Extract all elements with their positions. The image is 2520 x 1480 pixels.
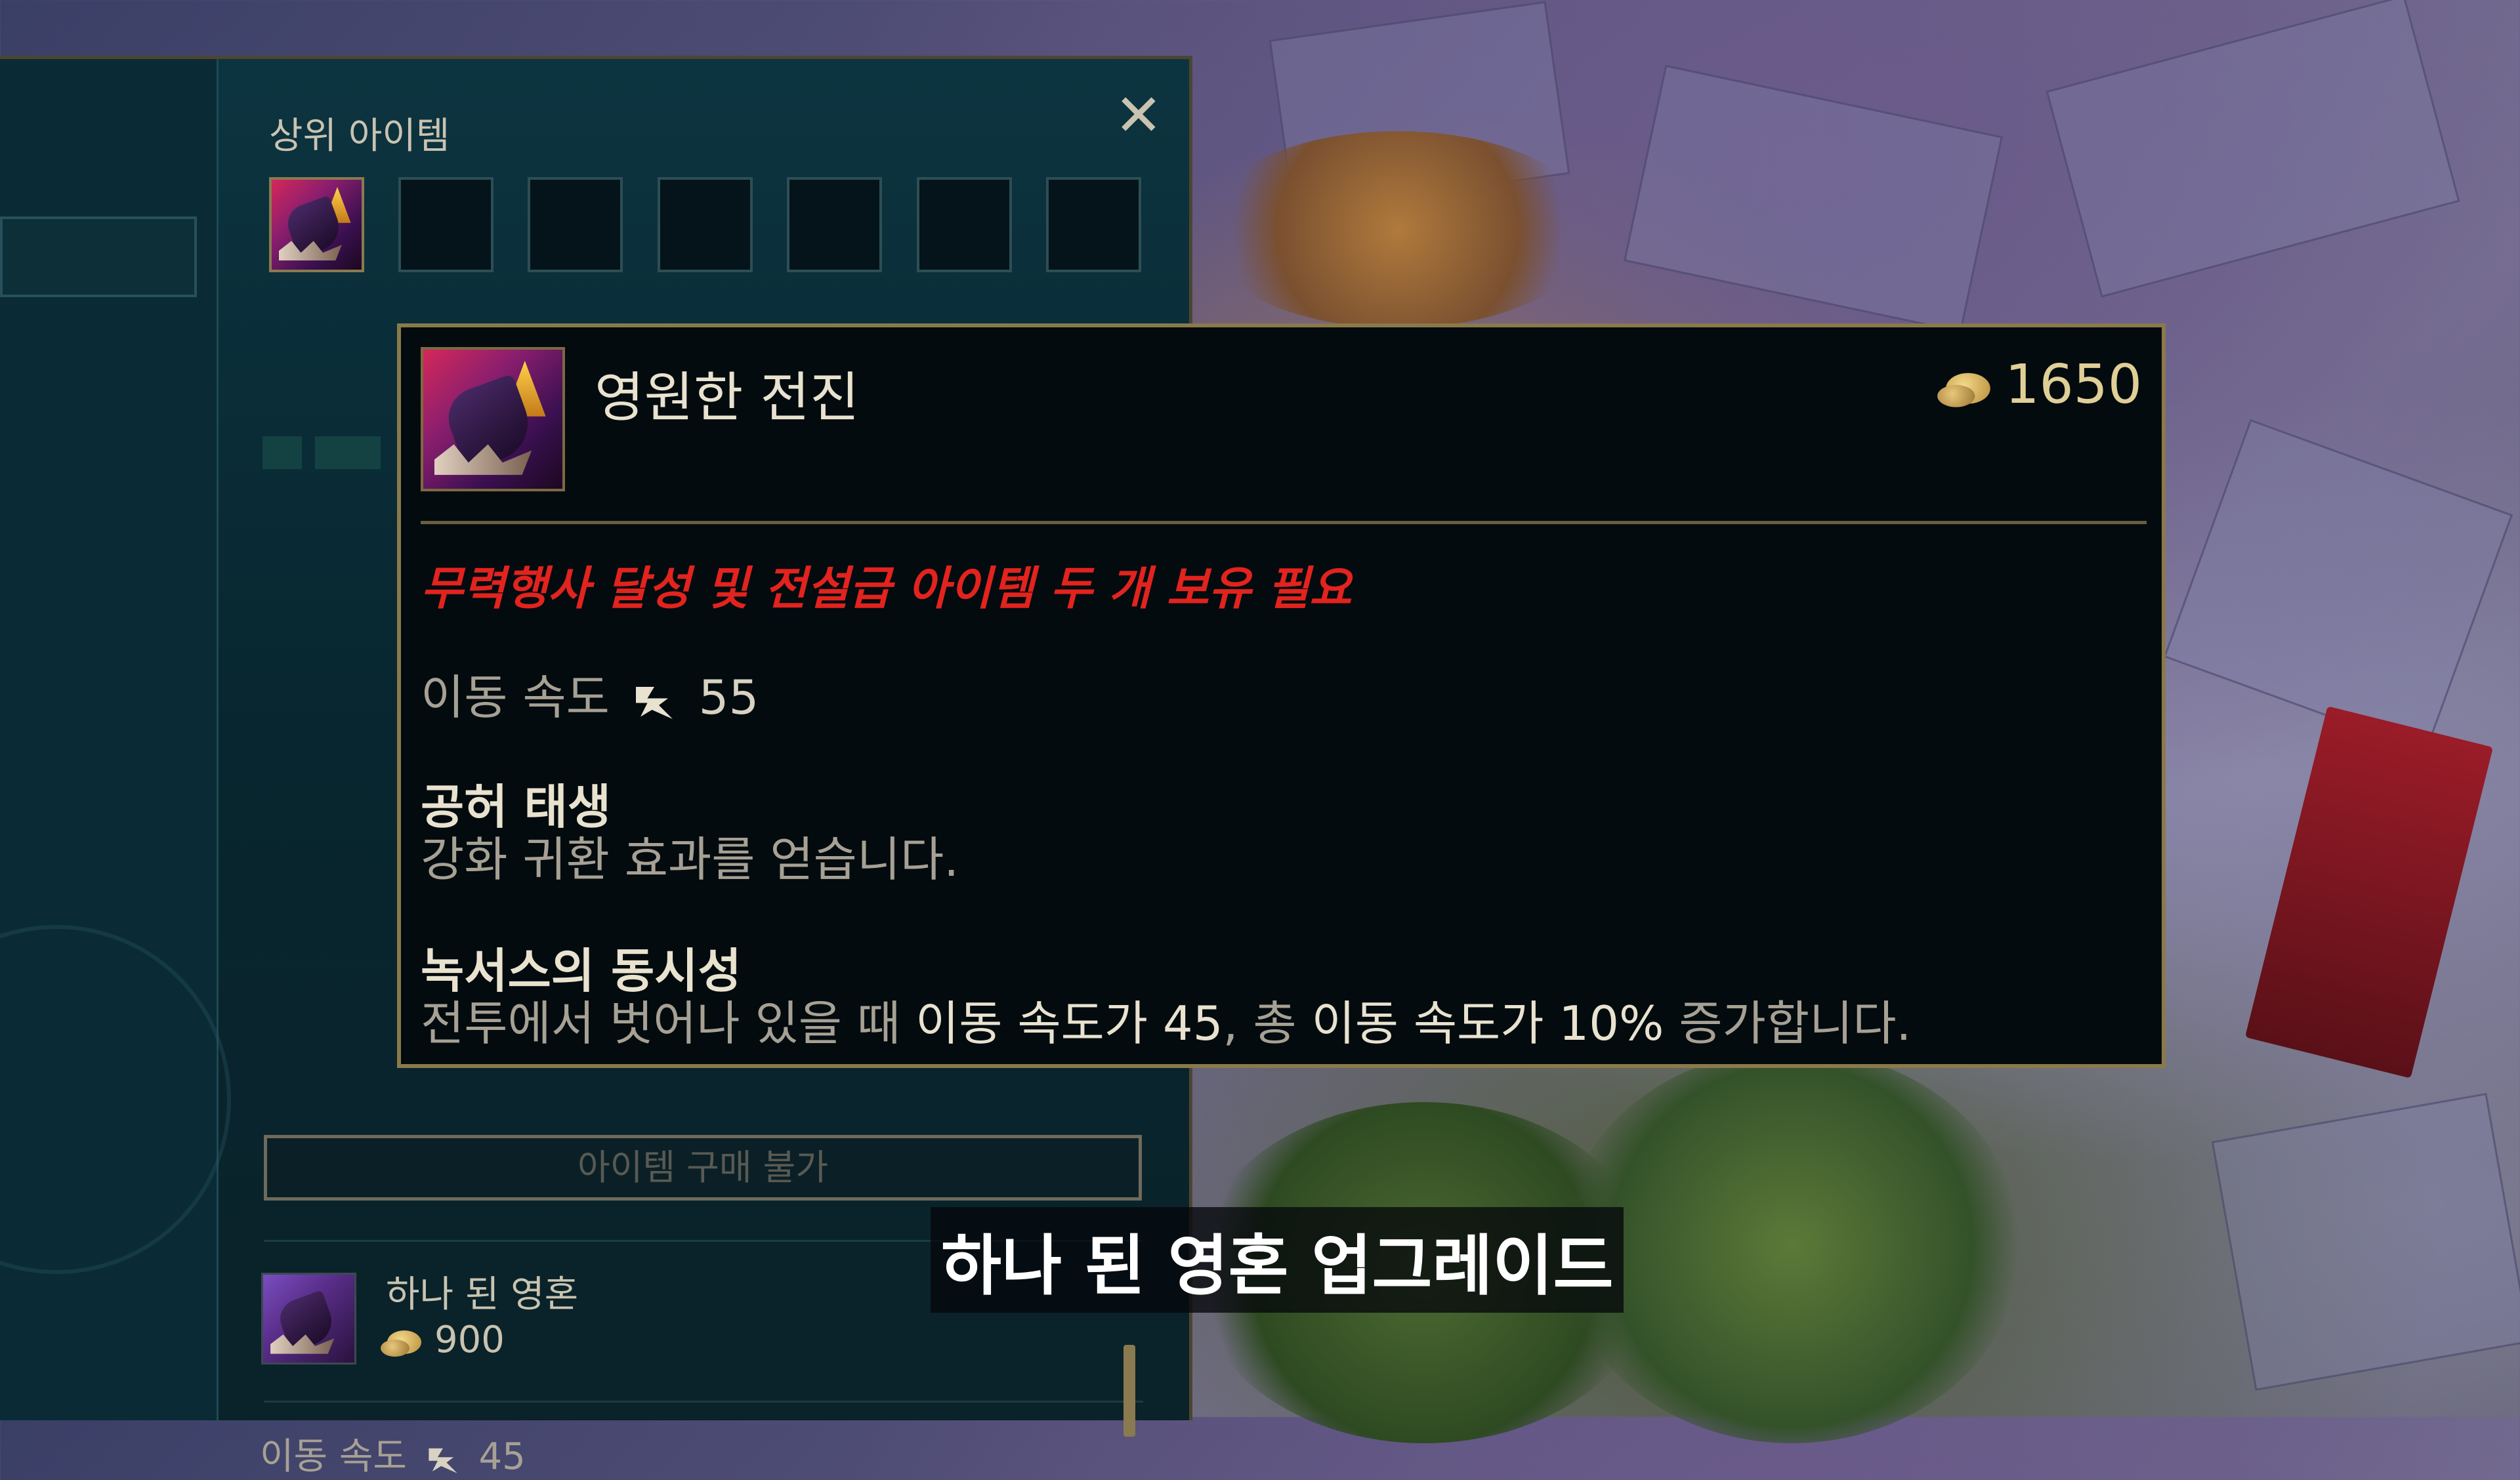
upgrades-section-title: 상위 아이템 [269, 115, 450, 157]
upgrade-slot-2 [398, 177, 494, 272]
shop-left-column [0, 59, 231, 1420]
scrollbar[interactable] [1124, 1345, 1135, 1437]
tooltip-requirement: 무력행사 달성 및 전설급 아이템 두 개 보유 필요 [421, 562, 1352, 615]
movement-speed-icon [635, 687, 673, 720]
upgrade-slot-4 [658, 177, 753, 272]
upgrade-slot-3 [528, 177, 623, 272]
divider [264, 1401, 1143, 1403]
map-tile [2211, 1092, 2520, 1391]
tooltip-item-name: 영원한 전진 [595, 367, 860, 429]
tooltip-item-icon [421, 347, 565, 491]
banner [2244, 706, 2494, 1079]
movement-speed-icon [429, 1448, 457, 1473]
component-item-icon[interactable] [261, 1273, 356, 1365]
search-box[interactable] [0, 216, 197, 297]
map-tile [1623, 64, 2004, 333]
upgrade-slot-7 [1046, 177, 1141, 272]
map-tile [2163, 419, 2513, 753]
tooltip-stat-movespeed: 이동 속도 55 [421, 670, 759, 725]
component-item-name: 하나 된 영혼 [386, 1273, 579, 1316]
component-item-price: 900 [381, 1319, 505, 1361]
item-icon-eternal-advance [272, 180, 362, 270]
tree-foliage [1562, 1050, 2021, 1443]
upgrade-slot-5 [787, 177, 882, 272]
decorative-emblem [0, 925, 231, 1274]
close-icon[interactable]: ✕ [1114, 87, 1163, 144]
tooltip-divider [421, 521, 2147, 524]
passive-desc-noxian: 전투에서 벗어나 있을 때 이동 속도가 45, 총 이동 속도가 10% 증가… [421, 996, 1912, 1051]
upgrade-slot-6 [917, 177, 1012, 272]
autumn-grass [1201, 131, 1595, 328]
upgrade-slot-1[interactable] [269, 177, 364, 272]
gold-coin-icon [381, 1330, 421, 1357]
component-item-stat: 이동 속도 45 [260, 1435, 526, 1478]
gold-coin-icon [1937, 373, 1991, 407]
tooltip-item-price: 1650 [1937, 354, 2142, 416]
passive-desc-voidborn: 강화 귀환 효과를 얻습니다. [421, 832, 959, 887]
video-subtitle: 하나 된 영혼 업그레이드 [931, 1207, 1624, 1313]
item-tooltip: 영원한 전진 1650 무력행사 달성 및 전설급 아이템 두 개 보유 필요 … [397, 323, 2166, 1068]
map-tile [2046, 0, 2460, 298]
buy-button[interactable]: 아이템 구매 불가 [264, 1135, 1142, 1201]
